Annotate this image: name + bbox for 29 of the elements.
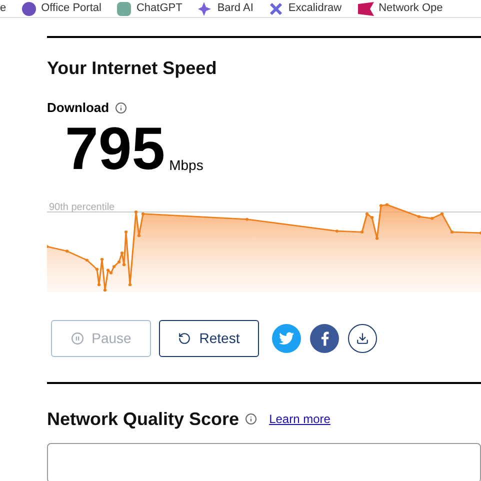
percentile-label: 90th percentile [49,200,115,214]
bookmark-link[interactable]: Excalidraw [288,0,342,17]
bookmark-link[interactable]: Bard AI [217,0,254,17]
bookmark-link[interactable]: Network Ope [378,0,443,17]
cross-icon [269,2,284,16]
letter-f-icon [320,330,328,346]
refresh-icon [178,332,192,344]
bookmark-link[interactable]: ChatGPT [136,0,182,17]
speed-unit: Mbps [169,156,204,175]
learn-more-link[interactable]: Learn more [269,410,330,428]
section-title: Your Internet Speed [47,57,218,79]
bookmark-link[interactable]: Office Portal [41,0,102,17]
info-icon [245,412,258,424]
download-button[interactable] [348,324,377,352]
app-icon [117,2,132,16]
retest-button[interactable]: Retest [159,320,259,356]
app-icon [22,2,36,16]
info-icon [115,102,128,114]
bird-icon [279,332,294,344]
download-icon [356,332,369,344]
section-title: Network Quality Score [47,408,240,430]
facebook-share-button[interactable] [310,324,339,352]
twitter-share-button[interactable] [272,324,301,352]
flag-icon [358,2,374,16]
speed-value: 795 [65,118,166,180]
sparkle-icon [198,2,212,16]
metric-label: Download [47,99,110,117]
bookmark-link[interactable]: e [0,0,6,17]
pause-icon [70,332,84,344]
